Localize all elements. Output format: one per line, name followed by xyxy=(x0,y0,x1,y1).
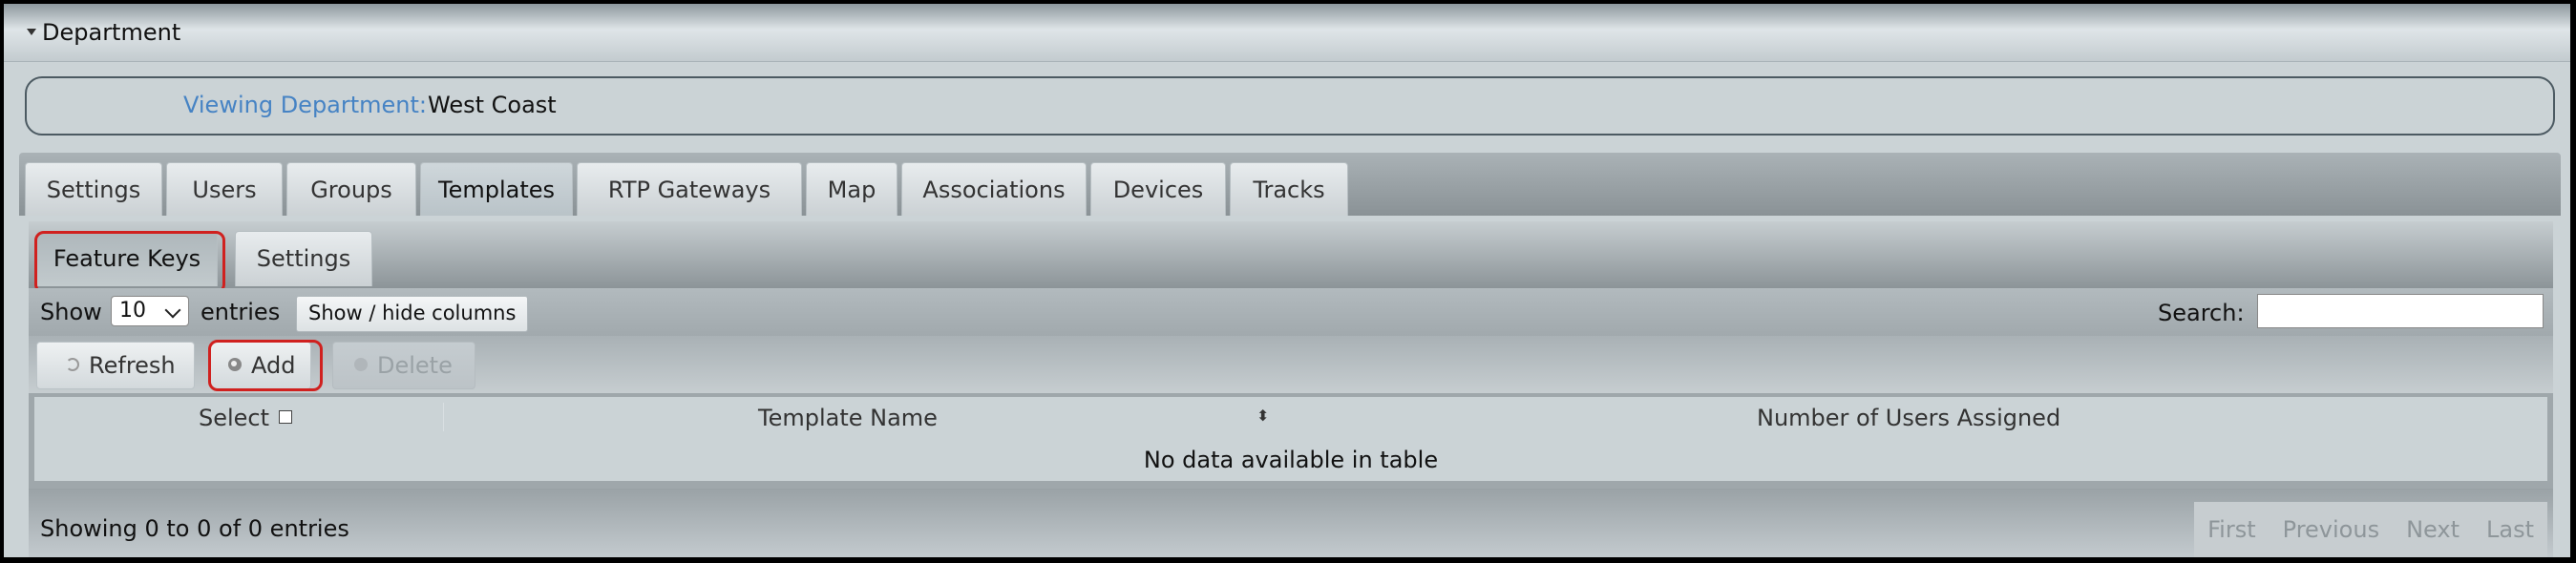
page-size-value: 10 xyxy=(119,299,146,323)
column-select[interactable]: Select xyxy=(199,405,269,431)
entries-info: Showing 0 to 0 of 0 entries xyxy=(40,515,349,542)
last-page-button[interactable]: Last xyxy=(2473,502,2547,557)
empty-message: No data available in table xyxy=(1143,447,1439,473)
entries-label: entries xyxy=(201,299,281,325)
pagination: First Previous Next Last xyxy=(2194,502,2547,557)
table-footer: Showing 0 to 0 of 0 entries First Previo… xyxy=(29,489,2553,557)
templates-panel: Feature Keys Settings Show 10 entries Sh… xyxy=(29,221,2553,557)
tab-rtp-gateways[interactable]: RTP Gateways xyxy=(577,162,802,216)
column-users-assigned[interactable]: Number of Users Assigned xyxy=(1757,405,2060,431)
tab-devices[interactable]: Devices xyxy=(1090,162,1226,216)
add-highlight xyxy=(208,340,323,391)
refresh-label: Refresh xyxy=(89,352,176,379)
viewing-department-box: Viewing Department: West Coast xyxy=(25,76,2555,136)
tab-associations[interactable]: Associations xyxy=(901,162,1087,216)
main-tab-bar: Settings Users Groups Templates RTP Gate… xyxy=(19,153,2561,216)
search-label: Search: xyxy=(2158,300,2245,326)
refresh-icon xyxy=(66,358,79,371)
subtab-settings[interactable]: Settings xyxy=(235,231,372,286)
feature-keys-highlight xyxy=(34,231,225,294)
column-template-name[interactable]: Template Name xyxy=(758,405,938,431)
tab-settings[interactable]: Settings xyxy=(25,162,162,216)
collapse-triangle-icon[interactable] xyxy=(27,29,36,35)
tab-users[interactable]: Users xyxy=(166,162,283,216)
viewing-department-label: Viewing Department: xyxy=(183,92,428,118)
refresh-button[interactable]: Refresh xyxy=(36,342,195,389)
chevron-down-icon xyxy=(164,302,181,319)
delete-icon xyxy=(354,358,368,371)
table-controls: Show 10 entries Show / hide columns Sear… xyxy=(29,288,2553,336)
department-panel: Department Viewing Department: West Coas… xyxy=(4,4,2570,557)
section-title: Department xyxy=(42,19,181,46)
tab-templates[interactable]: Templates xyxy=(420,162,573,216)
tab-groups[interactable]: Groups xyxy=(286,162,416,216)
column-divider xyxy=(443,403,444,431)
delete-button[interactable]: Delete xyxy=(332,342,475,389)
previous-page-button[interactable]: Previous xyxy=(2270,502,2393,557)
show-label: Show xyxy=(40,299,102,325)
show-hide-columns-button[interactable]: Show / hide columns xyxy=(296,296,529,332)
next-page-button[interactable]: Next xyxy=(2393,502,2473,557)
page-size-select[interactable]: 10 xyxy=(111,296,189,326)
table-header: Select Template Name ⬍ Number of Users A… xyxy=(34,397,2547,438)
tab-tracks[interactable]: Tracks xyxy=(1230,162,1348,216)
viewing-department-value: West Coast xyxy=(428,92,557,118)
select-all-checkbox[interactable] xyxy=(279,410,292,424)
first-page-button[interactable]: First xyxy=(2194,502,2270,557)
tab-map[interactable]: Map xyxy=(806,162,897,216)
sort-icon[interactable]: ⬍ xyxy=(1256,407,1269,425)
delete-label: Delete xyxy=(377,352,453,379)
search-input[interactable] xyxy=(2257,294,2544,328)
section-header[interactable]: Department xyxy=(4,4,2570,62)
empty-table-row: No data available in table xyxy=(34,437,2547,481)
table-toolbar: Refresh Add Delete xyxy=(29,336,2553,393)
sub-tab-bar: Feature Keys Settings xyxy=(29,221,2553,294)
